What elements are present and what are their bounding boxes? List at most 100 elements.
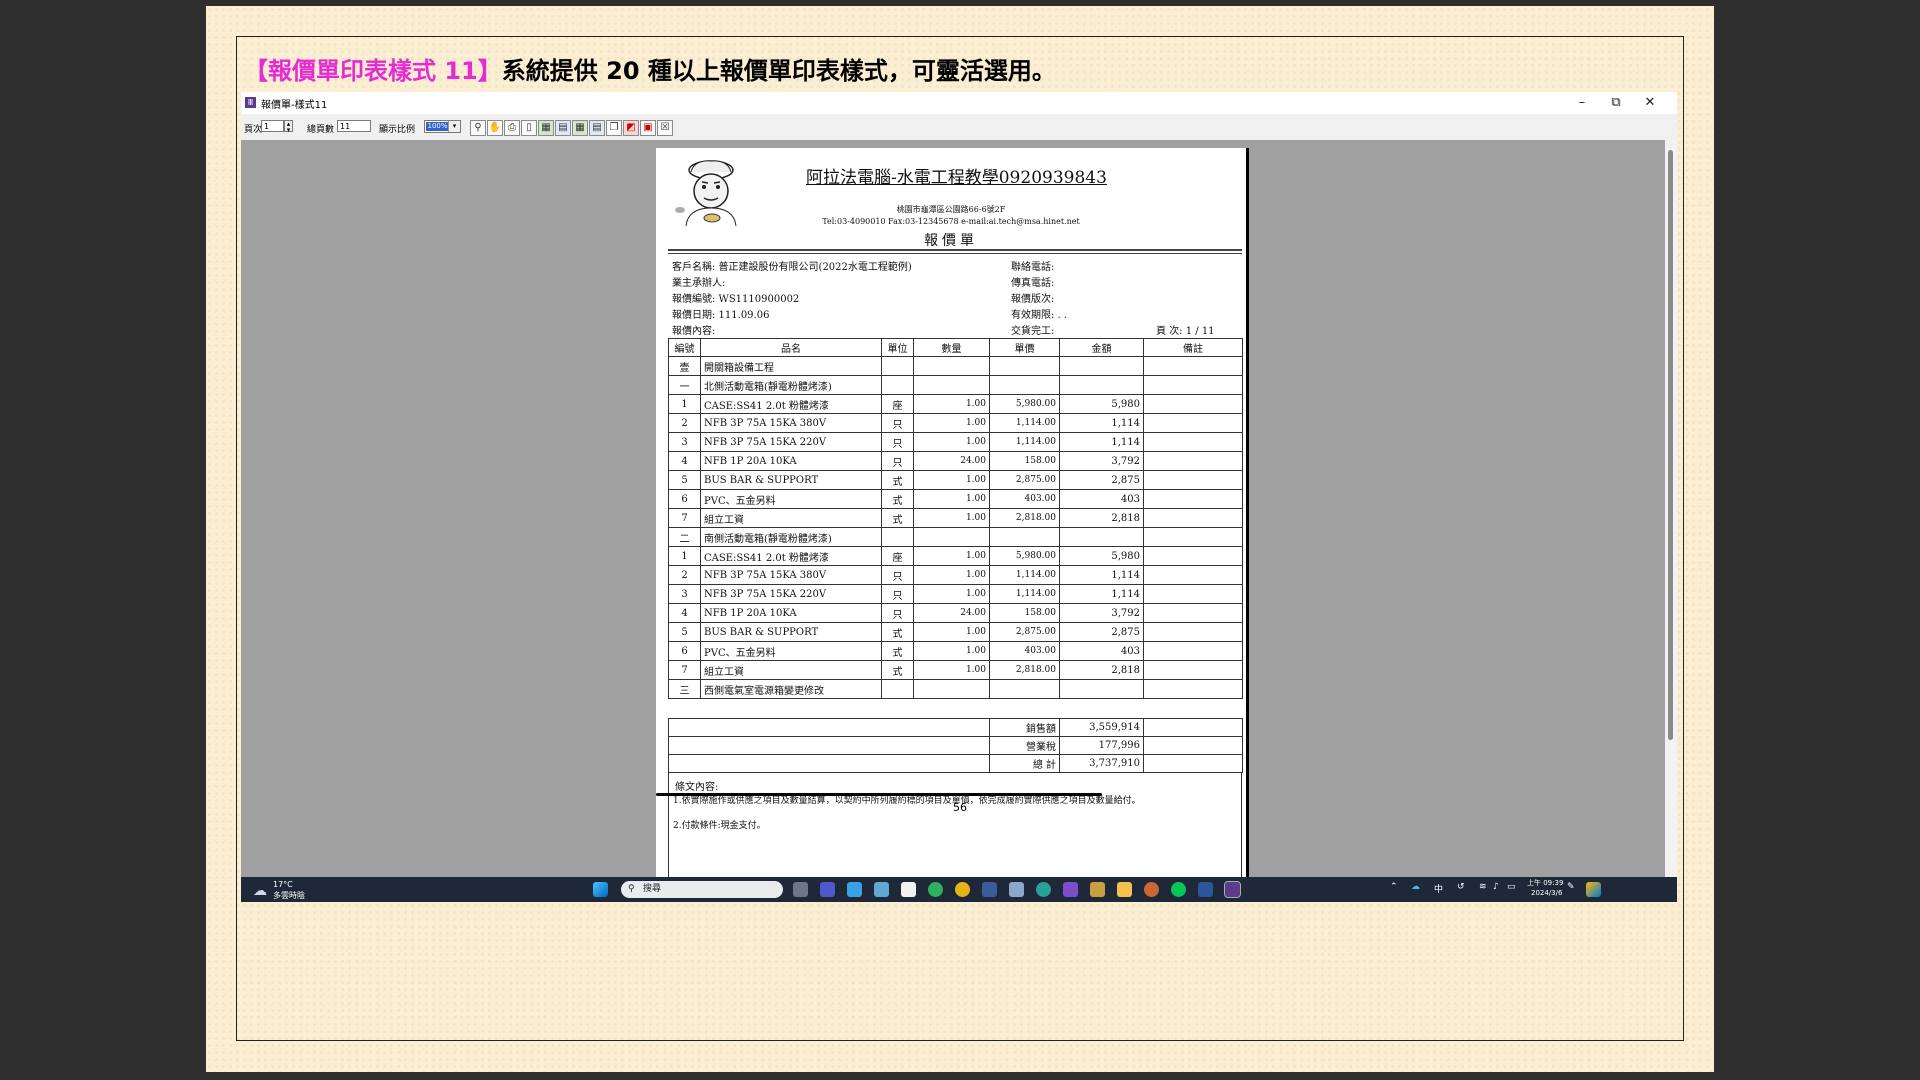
cell-note — [1143, 375, 1243, 395]
app-icon-4[interactable] — [1144, 882, 1159, 897]
copilot-icon[interactable] — [1586, 882, 1601, 897]
export-text-icon[interactable]: ▤ — [589, 120, 605, 136]
chrome-icon[interactable] — [955, 882, 970, 897]
total-pages-input[interactable]: 11 — [337, 120, 371, 132]
cell-qty — [913, 375, 990, 395]
cell-unit: 座 — [881, 394, 914, 414]
cell-no: 壹 — [668, 356, 701, 376]
cell-no: 7 — [668, 660, 701, 680]
notification-icon[interactable]: ✎ — [1567, 882, 1575, 892]
tray-expand-icon[interactable]: ⌃ — [1390, 882, 1398, 892]
notepad-icon[interactable] — [847, 882, 862, 897]
search-icon: ⚲ — [628, 884, 635, 894]
header-divider — [668, 249, 1242, 254]
export-image-icon[interactable]: ▣ — [640, 120, 656, 136]
quote-content: 報價內容: — [672, 326, 716, 337]
export-csv-icon[interactable]: ▦ — [572, 120, 588, 136]
column-header: 編號 — [668, 338, 701, 357]
print-icon[interactable]: ⎙ — [504, 120, 520, 136]
file-explorer-icon[interactable] — [1117, 882, 1132, 897]
cell-name: NFB 3P 75A 15KA 380V — [700, 413, 882, 433]
preview-toolbar: 頁次 1 ▴ ▾ 總頁數 11 顯示比例 100% ▾ ⚲ ✋ ⎙ ▯ ▦ ▤ ▦… — [241, 114, 1677, 141]
export-excel-icon[interactable]: ▦ — [538, 120, 554, 136]
column-header: 數量 — [913, 338, 990, 357]
cell-unit: 只 — [881, 603, 914, 623]
exit-icon[interactable]: ☒ — [657, 120, 673, 136]
restore-icon[interactable]: ⧉ — [1601, 93, 1631, 113]
line-icon[interactable] — [1171, 882, 1186, 897]
cell-amount: 1,114 — [1059, 413, 1144, 433]
close-icon[interactable]: ✕ — [1635, 93, 1665, 113]
visual-studio-icon[interactable] — [1063, 882, 1078, 897]
ime-indicator[interactable]: 中 — [1434, 882, 1443, 895]
cell-name: PVC、五金另料 — [700, 641, 882, 661]
export-word-icon[interactable]: ▤ — [555, 120, 571, 136]
volume-icon[interactable]: ♪ — [1493, 882, 1499, 892]
magnifier-icon[interactable]: ⚲ — [470, 120, 486, 136]
tools-icon[interactable] — [1090, 882, 1105, 897]
ime-mode-icon[interactable]: ↺ — [1457, 882, 1465, 892]
copy-icon[interactable]: ❐ — [606, 120, 622, 136]
cell-price: 158.00 — [989, 603, 1060, 623]
page-label: 頁次 — [244, 125, 263, 135]
app-icon-2[interactable] — [1009, 882, 1024, 897]
teams-icon[interactable] — [820, 882, 835, 897]
zoom-value: 100% — [426, 122, 449, 131]
page-setup-icon[interactable]: ▯ — [521, 120, 537, 136]
minimize-icon[interactable]: – — [1567, 93, 1597, 113]
page-headline: 【報價單印表樣式 11】系統提供 20 種以上報價單印表樣式，可靈活選用。 — [244, 51, 1056, 86]
edge-icon[interactable] — [928, 882, 943, 897]
clock-date[interactable]: 2024/3/6 — [1531, 889, 1562, 897]
cell-unit: 只 — [881, 413, 914, 433]
cell-no: 1 — [668, 546, 701, 566]
scrollbar-thumb[interactable] — [1668, 150, 1673, 740]
quote-version: 報價版次: — [1011, 294, 1055, 305]
cell-price: 403.00 — [989, 641, 1060, 661]
company-contact: Tel:03-4090010 Fax:03-12345678 e-mail:ai… — [822, 217, 1080, 226]
cell-price — [989, 527, 1060, 547]
slide-page: 【報價單印表樣式 11】系統提供 20 種以上報價單印表樣式，可靈活選用。 Ⅲ … — [206, 6, 1714, 1072]
cell-qty: 1.00 — [913, 565, 990, 585]
table-row: 3 NFB 3P 75A 15KA 220V 只 1.00 1,114.00 1,114 — [668, 432, 1243, 452]
app-icon-3[interactable] — [1036, 882, 1051, 897]
cell-note — [1143, 622, 1243, 642]
taskbar-search[interactable]: ⚲ 搜尋 — [621, 881, 783, 898]
hand-icon[interactable]: ✋ — [487, 120, 503, 136]
cell-no: 6 — [668, 489, 701, 509]
weather-temp: 17°C — [273, 880, 293, 889]
onedrive-icon[interactable]: ☁ — [1411, 882, 1420, 892]
total-pages-label: 總頁數 — [307, 125, 335, 135]
windows-start-icon[interactable] — [593, 882, 608, 897]
table-row: 一北側活動電箱(靜電粉體烤漆) — [668, 375, 1243, 395]
cell-no: 2 — [668, 413, 701, 433]
page-input[interactable]: 1 — [261, 120, 284, 132]
total-label: 銷售額 — [989, 718, 1060, 737]
total-row: 營業稅 177,996 — [668, 736, 1243, 755]
cell-name: BUS BAR & SUPPORT — [700, 470, 882, 490]
store-icon[interactable] — [901, 882, 916, 897]
cell-unit — [881, 527, 914, 547]
terms-section: 條文內容: 1.依實際施作或供應之項目及數量結算，以契約中所列履約標的項目及單價… — [668, 772, 1242, 877]
table-row: 1 CASE:SS41 2.0t 粉體烤漆座 1.00 5,980.00 5,980 — [668, 546, 1243, 566]
cell-price: 5,980.00 — [989, 546, 1060, 566]
active-app-icon[interactable] — [1224, 881, 1241, 898]
quote-date: 報價日期: 111.09.06 — [672, 310, 770, 321]
export-pdf-icon[interactable]: ◩ — [623, 120, 639, 136]
cell-no: 1 — [668, 394, 701, 414]
page-spinner[interactable]: ▴ ▾ — [284, 120, 293, 134]
vertical-scrollbar[interactable] — [1665, 140, 1677, 877]
cell-note — [1143, 394, 1243, 414]
wifi-icon[interactable]: ≋ — [1479, 882, 1487, 892]
cell-note — [1143, 356, 1243, 376]
zoom-select[interactable]: 100% ▾ — [424, 120, 461, 133]
word-icon[interactable] — [1198, 882, 1213, 897]
cell-no: 5 — [668, 470, 701, 490]
task-view-icon[interactable] — [793, 882, 808, 897]
zoom-label: 顯示比例 — [379, 125, 416, 135]
photos-icon[interactable] — [874, 882, 889, 897]
total-label: 總 計 — [989, 754, 1060, 773]
battery-icon[interactable]: ▭ — [1507, 882, 1516, 892]
app-icon-1[interactable] — [982, 882, 997, 897]
preview-area[interactable]: 阿拉法電腦-水電工程教學0920939843 桃園市龜潭區公園路66-6號2F … — [241, 140, 1677, 877]
clock-time[interactable]: 上午 09:39 — [1527, 878, 1563, 888]
